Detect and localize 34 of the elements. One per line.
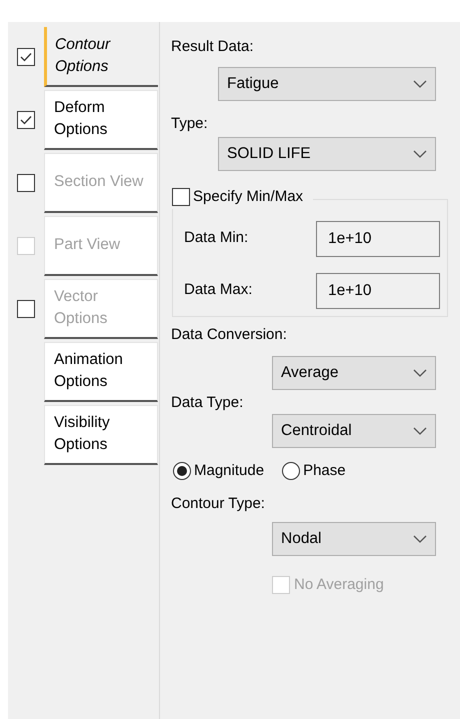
dropdown[interactable]: Centroidal: [272, 414, 436, 448]
radio-button[interactable]: [282, 462, 300, 480]
field-label: Data Conversion:: [171, 324, 288, 344]
field-label: Contour Type:: [171, 494, 266, 514]
checkbox-label: No Averaging: [294, 575, 384, 595]
checkbox[interactable]: [172, 188, 190, 206]
tab[interactable]: Deform Options: [44, 90, 158, 150]
tab[interactable]: Contour Options: [44, 26, 158, 86]
field-label: Data Max:: [184, 280, 252, 300]
tab[interactable]: Visibility Options: [44, 404, 158, 464]
dropdown[interactable]: Average: [272, 356, 436, 390]
radio-label: Magnitude: [194, 460, 264, 480]
dropdown[interactable]: SOLID LIFE: [218, 137, 436, 171]
tab[interactable]: Animation Options: [44, 342, 158, 402]
field-label: Data Type:: [171, 392, 244, 412]
chevron-down-icon: [413, 426, 427, 434]
field-label: Data Min:: [184, 228, 248, 248]
radio-button[interactable]: [173, 462, 191, 480]
checkmark-icon: [20, 52, 32, 62]
chevron-down-icon: [413, 80, 427, 88]
field-label: Type:: [171, 114, 209, 134]
input-field[interactable]: 1e+10: [316, 272, 440, 308]
checkmark-icon: [20, 114, 32, 124]
radio-label: Phase: [303, 460, 346, 480]
dropdown[interactable]: Fatigue: [218, 67, 436, 101]
checkbox[interactable]: [17, 110, 35, 128]
dropdown[interactable]: Nodal: [272, 522, 436, 556]
chevron-down-icon: [413, 535, 427, 543]
field-label: Result Data:: [171, 37, 255, 57]
chevron-down-icon: [413, 368, 427, 376]
checkbox[interactable]: [17, 48, 35, 66]
checkbox-label: Specify Min/Max: [193, 187, 304, 207]
input-field[interactable]: 1e+10: [316, 220, 440, 256]
chevron-down-icon: [413, 150, 427, 158]
